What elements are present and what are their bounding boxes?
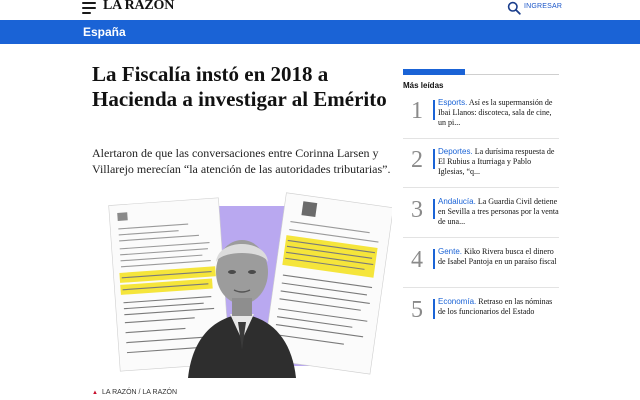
- most-read-headline[interactable]: Gente. Kiko Rivera busca el dinero de Is…: [438, 247, 559, 267]
- section-bar: España: [0, 20, 640, 44]
- rank-number: 5: [411, 297, 423, 323]
- category-label: Economía.: [438, 297, 477, 306]
- article-headline: La Fiscalía instó en 2018 a Hacienda a i…: [92, 62, 387, 111]
- most-read-item[interactable]: 1 Esports. Así es la supermansión de Iba…: [403, 98, 559, 142]
- most-read-headline[interactable]: Economía. Retraso en las nóminas de los …: [438, 297, 559, 317]
- rank-number: 4: [411, 247, 423, 273]
- most-read-item[interactable]: 2 Deportes. La durísima respuesta de El …: [403, 147, 559, 191]
- section-link-espana[interactable]: España: [83, 25, 126, 39]
- category-label: Gente.: [438, 247, 463, 256]
- item-divider: [403, 287, 559, 288]
- category-label: Andalucía.: [438, 197, 476, 206]
- category-label: Deportes.: [438, 147, 473, 156]
- most-read-item[interactable]: 4 Gente. Kiko Rivera busca el dinero de …: [403, 247, 559, 291]
- item-divider: [403, 237, 559, 238]
- top-header: LA RAZÓN INGRESAR: [0, 0, 640, 18]
- most-read-headline[interactable]: Andalucía. La Guardia Civil detiene en S…: [438, 197, 559, 227]
- rank-accent-bar: [433, 100, 435, 120]
- rank-number: 1: [411, 98, 423, 124]
- site-logo[interactable]: LA RAZÓN: [103, 0, 174, 14]
- most-read-headline[interactable]: Esports. Así es la supermansión de Ibai …: [438, 98, 559, 128]
- most-read-item[interactable]: 5 Economía. Retraso en las nóminas de lo…: [403, 297, 559, 341]
- sidebar-accent-bar: [403, 69, 465, 75]
- rank-accent-bar: [433, 199, 435, 219]
- item-divider: [403, 138, 559, 139]
- login-link[interactable]: INGRESAR: [524, 3, 562, 10]
- image-caption-text: LA RAZÓN / LA RAZÓN: [101, 389, 178, 396]
- caption-triangle-icon: ▲: [92, 390, 98, 396]
- search-icon[interactable]: [507, 1, 521, 15]
- article-subtitle: Alertaron de que las conversaciones entr…: [92, 146, 391, 176]
- hamburger-menu-icon[interactable]: [82, 2, 96, 14]
- most-read-title: Más leídas: [403, 81, 444, 90]
- most-read-headline[interactable]: Deportes. La durísima respuesta de El Ru…: [438, 147, 559, 177]
- article-hero-image[interactable]: [92, 190, 392, 378]
- rank-number: 2: [411, 147, 423, 173]
- rank-accent-bar: [433, 249, 435, 269]
- rank-accent-bar: [433, 299, 435, 319]
- sidebar-divider: [465, 74, 559, 75]
- most-read-item[interactable]: 3 Andalucía. La Guardia Civil detiene en…: [403, 197, 559, 241]
- category-label: Esports.: [438, 98, 468, 107]
- item-divider: [403, 187, 559, 188]
- image-caption: ▲ LA RAZÓN / LA RAZÓN: [92, 389, 177, 396]
- rank-number: 3: [411, 197, 423, 223]
- rank-accent-bar: [433, 149, 435, 169]
